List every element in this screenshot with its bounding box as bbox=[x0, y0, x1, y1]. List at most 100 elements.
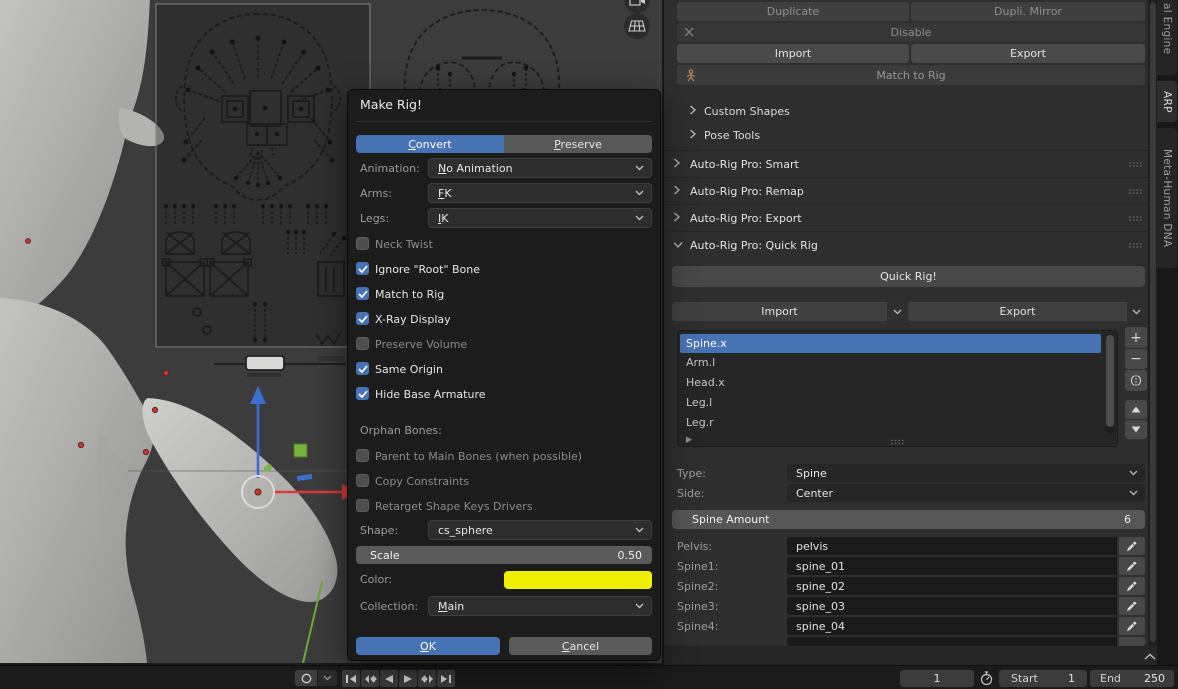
match-to-rig-checkbox[interactable] bbox=[356, 287, 369, 300]
end-frame-field[interactable]: End 250 bbox=[1090, 670, 1174, 687]
list-item[interactable]: Leg.l bbox=[686, 396, 712, 409]
collection-dropdown[interactable]: Main bbox=[428, 596, 652, 616]
next-keyframe-icon[interactable] bbox=[418, 670, 436, 687]
jump-to-start-icon[interactable] bbox=[342, 670, 360, 687]
eyedropper-icon[interactable] bbox=[1119, 617, 1145, 635]
spine-amount-slider[interactable]: Spine Amount 6 bbox=[672, 510, 1145, 529]
list-item[interactable]: Head.x bbox=[686, 376, 725, 389]
export-button[interactable]: Export bbox=[911, 44, 1145, 63]
tab-unreal-engine[interactable]: al Engine bbox=[1157, 0, 1177, 75]
play-reverse-icon[interactable] bbox=[380, 670, 398, 687]
pelvis-label: Pelvis: bbox=[677, 540, 712, 553]
sidebar-tab-strip: al Engine ARP Meta-Human DNA bbox=[1157, 0, 1178, 665]
copy-constraints-checkbox[interactable] bbox=[356, 474, 369, 487]
dupli-mirror-button[interactable]: Dupli. Mirror bbox=[911, 2, 1145, 21]
spine3-input[interactable]: spine_03 bbox=[787, 597, 1117, 615]
orphan-bones-label: Orphan Bones: bbox=[360, 424, 442, 437]
section-arp-smart[interactable]: Auto-Rig Pro: Smart bbox=[673, 155, 1151, 173]
move-up-icon[interactable] bbox=[1125, 400, 1147, 419]
auto-key-dropdown[interactable] bbox=[318, 670, 337, 686]
arms-dropdown[interactable]: FK bbox=[428, 183, 652, 203]
stopwatch-icon[interactable] bbox=[979, 671, 995, 689]
list-scrollbar[interactable] bbox=[1106, 334, 1114, 434]
panel-grip-icon[interactable] bbox=[1128, 212, 1143, 225]
parent-to-main-bones-label: Parent to Main Bones (when possible) bbox=[375, 450, 582, 463]
disclosure-triangle-icon[interactable] bbox=[686, 434, 693, 447]
remove-icon[interactable]: − bbox=[1125, 349, 1147, 369]
xray-display-checkbox[interactable] bbox=[356, 312, 369, 325]
subpanel-pose-tools[interactable]: Pose Tools bbox=[689, 126, 760, 144]
pelvis-input[interactable]: pelvis bbox=[787, 537, 1117, 555]
scale-slider[interactable]: Scale 0.50 bbox=[356, 546, 652, 564]
section-arp-export[interactable]: Auto-Rig Pro: Export bbox=[673, 209, 1151, 227]
prev-keyframe-icon[interactable] bbox=[361, 670, 379, 687]
tab-preserve[interactable]: Preserve bbox=[504, 135, 652, 153]
tab-meta-human-dna[interactable]: Meta-Human DNA bbox=[1157, 128, 1177, 268]
current-frame-field[interactable]: 1 bbox=[900, 670, 974, 687]
legs-dropdown[interactable]: IK bbox=[428, 208, 652, 228]
eyedropper-icon[interactable] bbox=[1119, 577, 1145, 595]
preserve-volume-checkbox[interactable] bbox=[356, 337, 369, 350]
section-arp-quick-rig[interactable]: Auto-Rig Pro: Quick Rig bbox=[673, 236, 1151, 254]
qr-import-dropdown[interactable] bbox=[888, 302, 907, 321]
spine4-input[interactable]: spine_04 bbox=[787, 617, 1117, 635]
limb-list[interactable]: Spine.x Arm.l Head.x Leg.l Leg.r bbox=[677, 330, 1118, 447]
spine2-input[interactable]: spine_02 bbox=[787, 577, 1117, 595]
panel-grip-icon[interactable] bbox=[1128, 185, 1143, 198]
list-item-selected[interactable]: Spine.x bbox=[680, 334, 1101, 353]
spine1-input[interactable]: spine_01 bbox=[787, 557, 1117, 575]
parent-to-main-bones-checkbox[interactable] bbox=[356, 449, 369, 462]
face-picker-panel[interactable] bbox=[156, 4, 370, 377]
section-arp-remap[interactable]: Auto-Rig Pro: Remap bbox=[673, 182, 1151, 200]
qr-export-button[interactable]: Export bbox=[908, 302, 1127, 321]
scroll-up-icon[interactable] bbox=[1144, 651, 1156, 664]
add-icon[interactable]: + bbox=[1125, 327, 1147, 348]
same-origin-checkbox[interactable] bbox=[356, 362, 369, 375]
gizmo-green-square[interactable] bbox=[294, 444, 307, 457]
hide-base-armature-label: Hide Base Armature bbox=[375, 388, 486, 401]
chevron-down-icon bbox=[635, 165, 644, 171]
panel-grip-icon[interactable] bbox=[1128, 158, 1143, 171]
type-dropdown[interactable]: Spine bbox=[787, 464, 1145, 482]
eyedropper-icon[interactable] bbox=[1119, 537, 1145, 555]
ok-button[interactable]: OK bbox=[356, 637, 500, 655]
shape-dropdown[interactable]: cs_sphere bbox=[428, 520, 652, 540]
list-item[interactable]: Arm.l bbox=[686, 356, 715, 369]
side-dropdown[interactable]: Center bbox=[787, 484, 1145, 502]
xray-display-label: X-Ray Display bbox=[375, 313, 451, 326]
panel-grip-icon[interactable] bbox=[1128, 239, 1143, 252]
jump-to-end-icon[interactable] bbox=[437, 670, 455, 687]
qr-export-dropdown[interactable] bbox=[1128, 302, 1145, 321]
x-icon bbox=[684, 27, 694, 40]
start-frame-field[interactable]: Start 1 bbox=[999, 670, 1087, 687]
side-label: Side: bbox=[677, 487, 705, 500]
eyedropper-icon[interactable] bbox=[1119, 597, 1145, 615]
chevron-right-icon bbox=[689, 129, 697, 142]
auto-key-icon[interactable] bbox=[295, 670, 317, 686]
quick-rig-button[interactable]: Quick Rig! bbox=[672, 266, 1145, 287]
cancel-button[interactable]: Cancel bbox=[509, 637, 652, 655]
hide-base-armature-checkbox[interactable] bbox=[356, 387, 369, 400]
retarget-shape-keys-checkbox[interactable] bbox=[356, 499, 369, 512]
ignore-root-bone-checkbox[interactable] bbox=[356, 262, 369, 275]
import-button[interactable]: Import bbox=[677, 44, 909, 63]
duplicate-button[interactable]: Duplicate bbox=[677, 2, 909, 21]
subpanel-custom-shapes[interactable]: Custom Shapes bbox=[689, 102, 790, 120]
neck-twist-checkbox[interactable] bbox=[356, 237, 369, 250]
mirror-icon[interactable] bbox=[1125, 370, 1147, 391]
eyedropper-icon[interactable] bbox=[1119, 557, 1145, 575]
eyedropper-icon[interactable] bbox=[1119, 637, 1145, 646]
animation-dropdown[interactable]: No Animation bbox=[428, 158, 652, 178]
match-to-rig-button[interactable]: Match to Rig bbox=[677, 65, 1145, 85]
disable-button[interactable]: Disable bbox=[677, 23, 1145, 42]
list-grip-icon[interactable] bbox=[890, 435, 905, 448]
list-item[interactable]: Leg.r bbox=[686, 416, 714, 429]
play-icon[interactable] bbox=[399, 670, 417, 687]
tab-convert[interactable]: Convert bbox=[356, 135, 504, 153]
legs-label: Legs: bbox=[360, 212, 389, 225]
qr-import-button[interactable]: Import bbox=[672, 302, 887, 321]
move-down-icon[interactable] bbox=[1125, 420, 1147, 439]
spine5-input-clipped[interactable] bbox=[787, 637, 1117, 646]
color-swatch[interactable] bbox=[504, 571, 652, 589]
tab-arp[interactable]: ARP bbox=[1157, 81, 1177, 122]
